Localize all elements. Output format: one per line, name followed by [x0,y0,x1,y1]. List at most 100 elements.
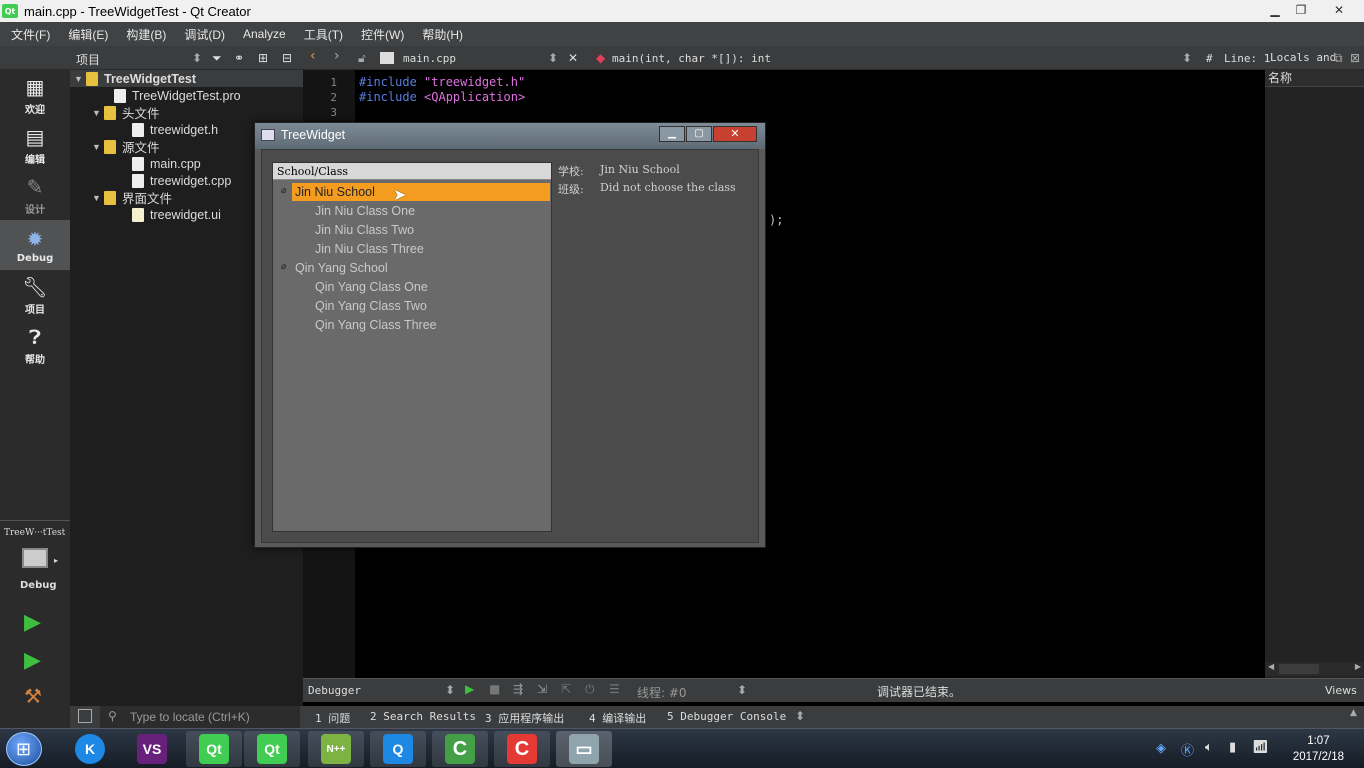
tree-item-class[interactable]: Qin Yang Class Two [315,297,427,315]
menu-widgets[interactable]: 控件(W) [350,26,411,43]
power-icon[interactable]: ▮ [1229,740,1236,755]
build-hammer-icon[interactable]: ⚒ [24,684,42,708]
tree-item-header-file[interactable]: treewidget.h [132,121,218,138]
instruction-mode-icon[interactable]: ☰ [609,682,620,696]
treewidget-titlebar[interactable]: TreeWidget ▁ ▢ ✕ [255,123,765,149]
tree-item-class[interactable]: Jin Niu Class Three [315,240,424,258]
volume-icon[interactable]: 🔈︎ [1205,740,1213,755]
menu-tools[interactable]: 工具(T) [293,26,350,43]
menu-analyze[interactable]: Analyze [232,27,293,41]
symbol-selector-arrows-icon[interactable]: ⬍ [1182,51,1192,65]
locator-box[interactable]: ⚲ Type to locate (Ctrl+K) [100,706,300,728]
filter-icon[interactable]: ⏷ [212,51,222,66]
panel-selector[interactable]: 项目 [76,51,100,68]
mode-edit[interactable]: ▤ 编辑 [0,120,70,170]
scroll-left-icon[interactable]: ◀ [1268,662,1274,671]
taskbar-app-k[interactable]: K [62,731,118,767]
toggle-sidebar-icon[interactable] [78,709,92,723]
debug-run-icon[interactable]: ▶ [24,648,41,673]
output-tab-search[interactable]: 2 Search Results [370,710,476,723]
mode-help[interactable]: ❓︎ 帮助 [0,320,70,370]
minimize-icon[interactable]: ▁ [659,126,685,142]
step-out-icon[interactable]: ⇱ [561,682,571,696]
collapse-arrow-icon[interactable]: ▼ [92,142,104,152]
tree-item-form-file[interactable]: treewidget.ui [132,206,221,223]
taskbar-app-treewidget[interactable]: ▭ [556,731,612,767]
expand-indicator-icon[interactable]: ⌀ [281,262,286,272]
tree-item-school[interactable]: Qin Yang School [295,259,388,277]
tree-column-header[interactable]: School/Class [273,163,551,180]
network-icon[interactable]: 📶︎ [1252,740,1269,755]
start-button[interactable]: ⊞ [6,732,42,766]
step-into-icon[interactable]: ⇲ [537,682,547,696]
stop-icon[interactable]: ■ [489,682,500,696]
debugger-selector-arrows-icon[interactable]: ⬍ [445,683,455,697]
tree-item-class[interactable]: Jin Niu Class One [315,202,415,220]
taskbar-app-notepad-plus[interactable]: N++ [308,731,364,767]
mode-design[interactable]: ✎ 设计 [0,170,70,220]
close-button[interactable]: ✕ [1326,0,1352,20]
collapse-arrow-icon[interactable]: ▼ [74,74,86,84]
close-document-icon[interactable]: ✕ [568,51,578,65]
locals-scrollbar[interactable]: ◀ ▶ [1265,662,1364,676]
tree-item-school[interactable]: Jin Niu School [292,183,550,201]
tree-item-source-treewidget[interactable]: treewidget.cpp [132,172,231,189]
tree-item-class[interactable]: Jin Niu Class Two [315,221,414,239]
menu-build[interactable]: 构建(B) [115,26,173,43]
output-tab-issues[interactable]: 1 问题 [315,710,350,726]
target-arrow-icon[interactable]: ▸ [54,556,58,565]
debugger-selector[interactable]: Debugger [308,684,361,697]
collapse-arrow-icon[interactable]: ▼ [92,108,104,118]
close-locals-icon[interactable]: ⊠ [1350,51,1360,65]
close-panel-icon[interactable]: ⊟ [282,51,292,65]
file-selector[interactable]: main.cpp [403,52,456,65]
thread-selector-arrows-icon[interactable]: ⬍ [737,683,747,697]
tree-item-headers[interactable]: ▼ 头文件 [92,104,160,121]
restart-icon[interactable]: ⏻ [585,682,595,697]
tree-item-sources[interactable]: ▼ 源文件 [92,138,160,155]
output-tab-debugger-console[interactable]: 5 Debugger Console [667,710,786,723]
scroll-right-icon[interactable]: ▶ [1355,662,1361,671]
maximize-icon[interactable]: ▢ [686,126,712,142]
expand-indicator-icon[interactable]: ⌀ [281,186,286,196]
school-class-tree[interactable]: School/Class ⌀ Jin Niu School Jin Niu Cl… [272,162,552,532]
tree-item-class[interactable]: Qin Yang Class One [315,278,428,296]
close-icon[interactable]: ✕ [713,126,757,142]
split-icon[interactable]: ⊞ [258,51,268,65]
scrollbar-thumb[interactable] [1279,664,1319,674]
views-button[interactable]: Views [1325,684,1357,697]
clock[interactable]: 1:07 2017/2/18 [1293,733,1344,765]
step-over-icon[interactable]: ⇶ [513,682,523,696]
float-icon[interactable]: ⧉ [1334,51,1343,66]
symbol-selector[interactable]: main(int, char *[]): int [612,52,771,65]
link-icon[interactable]: ⚭ [234,51,244,65]
thread-selector[interactable]: 线程: #0 [637,684,687,701]
continue-icon[interactable]: ▶ [465,682,474,696]
mode-debug[interactable]: ✹ Debug [0,220,70,270]
back-icon[interactable]: ‹ [310,48,316,64]
minimize-button[interactable]: ▁ [1262,0,1288,20]
taskbar-app-visual-studio[interactable]: VS [124,731,180,767]
taskbar-app-qt-1[interactable]: Qt [186,731,242,767]
tree-item-pro-file[interactable]: TreeWidgetTest.pro [114,87,241,104]
maximize-output-icon[interactable]: ▲ [1350,708,1357,718]
menu-help[interactable]: 帮助(H) [411,26,470,43]
project-root[interactable]: ▼ TreeWidgetTest [74,70,196,87]
tray-tencent-icon[interactable]: ◈ [1156,741,1166,756]
tree-item-source-main[interactable]: main.cpp [132,155,201,172]
menu-file[interactable]: 文件(F) [0,26,57,43]
tree-item-forms[interactable]: ▼ 界面文件 [92,189,172,206]
tree-item-class[interactable]: Qin Yang Class Three [315,316,437,334]
monitor-icon[interactable] [22,548,48,568]
locator-input[interactable]: Type to locate (Ctrl+K) [130,710,250,724]
menu-debug[interactable]: 调试(D) [173,26,232,43]
taskbar-app-camtasia[interactable]: C [432,731,488,767]
maximize-button[interactable]: ❐ [1288,0,1314,20]
menu-edit[interactable]: 编辑(E) [57,26,115,43]
taskbar-app-camtasia-recorder[interactable]: C [494,731,550,767]
panel-selector-arrows-icon[interactable]: ⬍ [192,51,202,65]
collapse-arrow-icon[interactable]: ▼ [92,193,104,203]
mode-projects[interactable]: 🔧︎ 项目 [0,270,70,320]
file-selector-arrows-icon[interactable]: ⬍ [548,51,558,65]
forward-icon[interactable]: › [334,48,340,64]
